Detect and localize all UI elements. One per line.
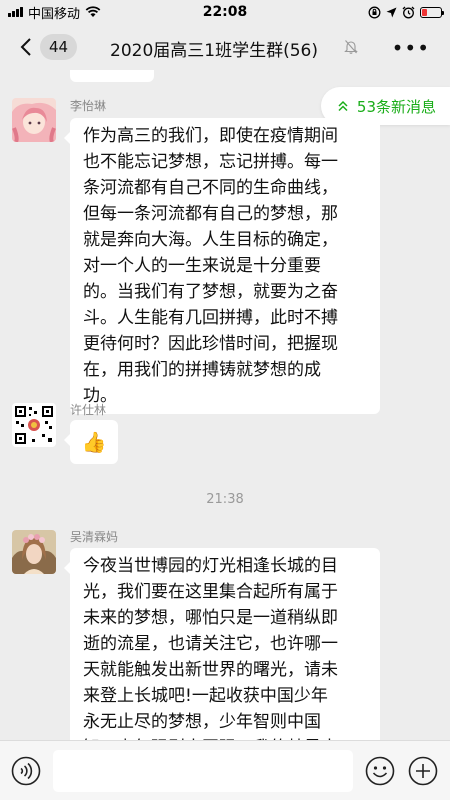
message-bubble[interactable]: 今夜当世博园的灯光相逢长城的目 光，我们要在这里集合起所有属于 未来的梦想，哪怕只是… <box>64 548 380 740</box>
message-text-line: 在，用我们的拼搏铸就梦想的成 <box>83 360 321 380</box>
avatar-qr-code-image <box>12 403 56 447</box>
message-bubble[interactable]: 作为高三的我们，即使在疫情期间 也不能忘记梦想，忘记拼搏。每一 条河流都有自己不同的… <box>64 118 380 414</box>
message-text-line: 更待何时？因此珍惜时间，把握现 <box>83 334 338 354</box>
message-text-line: 对一个人的一生来说是十分重要 <box>83 256 321 276</box>
emoji-icon[interactable] <box>365 756 395 786</box>
chat-area[interactable]: 53条新消息 李怡琳 作为高三的我们，即使在疫情期间 也不能忘记梦想，忘记拼搏。每… <box>0 70 450 740</box>
message-text-line: 作为高三的我们，即使在疫情期间 <box>83 126 338 146</box>
message-text-line: 条河流都有自己不同的生命曲线， <box>83 178 338 198</box>
message-text-line: 就是奔向大海。人生目标的确定， <box>83 230 338 250</box>
chevron-left-icon <box>20 38 31 56</box>
message-text-line: 今夜当世博园的灯光相逢长城的目 <box>83 556 338 576</box>
alarm-icon <box>402 6 415 18</box>
status-bar: 中国移动 22:08 <box>0 0 450 24</box>
wifi-icon <box>85 6 101 17</box>
input-bar <box>0 740 450 800</box>
battery-icon <box>420 6 444 18</box>
new-messages-label: 53条新消息 <box>356 97 436 116</box>
sender-name: 李怡琳 <box>70 99 107 113</box>
carrier-label: 中国移动 <box>28 6 81 22</box>
message-text-line: 永无止尽的梦想，少年智则中国 <box>83 712 321 732</box>
time-separator: 21:38 <box>206 492 244 507</box>
unread-count-badge: 44 <box>40 34 78 60</box>
avatar[interactable] <box>12 530 56 574</box>
chat-title: 2020届高三1班学生群(56) <box>110 41 318 61</box>
message-text-line: 光，我们要在这里集合起所有属于 <box>83 582 338 602</box>
more-options-button[interactable]: ••• <box>392 36 430 60</box>
message-text-line: 来登上长城吧!一起收获中国少年 <box>83 686 328 706</box>
message-text-line: 功。 <box>83 386 117 406</box>
back-button[interactable]: 44 <box>20 34 78 60</box>
message-input[interactable] <box>53 750 353 792</box>
previous-message-bubble <box>70 70 154 82</box>
avatar-girl-flower-crown-image <box>12 530 56 574</box>
message-text-line: 也不能忘记梦想，忘记拼搏。每一 <box>83 152 338 172</box>
sender-name: 许仕林 <box>70 403 107 417</box>
message-text-line: 斗。人生能有几回拼搏，此时不搏 <box>83 308 338 328</box>
thumbs-up-icon: 👍 <box>81 430 107 454</box>
status-left: 中国移动 <box>8 3 101 22</box>
message-bubble[interactable]: 👍 <box>64 420 118 464</box>
nav-bar: 44 2020届高三1班学生群(56) ••• <box>0 24 450 70</box>
voice-input-icon[interactable] <box>11 756 41 786</box>
avatar[interactable] <box>12 403 56 447</box>
rotation-lock-icon <box>368 6 381 18</box>
message-text-line: 逝的流星，也请关注它，也许哪一 <box>83 634 338 654</box>
message-text-line: 未来的梦想，哪怕只是一道稍纵即 <box>83 608 338 628</box>
avatar-anime-girl-image <box>12 98 56 142</box>
double-chevron-up-icon <box>338 100 348 112</box>
message-text-line: 天就能触发出新世界的曙光，请未 <box>83 660 338 680</box>
sender-name: 吴清霖妈 <box>70 530 119 544</box>
message-text-line: 但每一条河流都有自己的梦想，那 <box>83 204 338 224</box>
mute-bell-icon <box>344 40 358 54</box>
location-icon <box>386 7 397 17</box>
avatar[interactable] <box>12 98 56 142</box>
message-text-line: 的。当我们有了梦想，就要为之奋 <box>83 282 338 302</box>
status-right <box>368 6 444 19</box>
plus-icon[interactable] <box>408 756 438 786</box>
signal-icon <box>8 7 23 17</box>
